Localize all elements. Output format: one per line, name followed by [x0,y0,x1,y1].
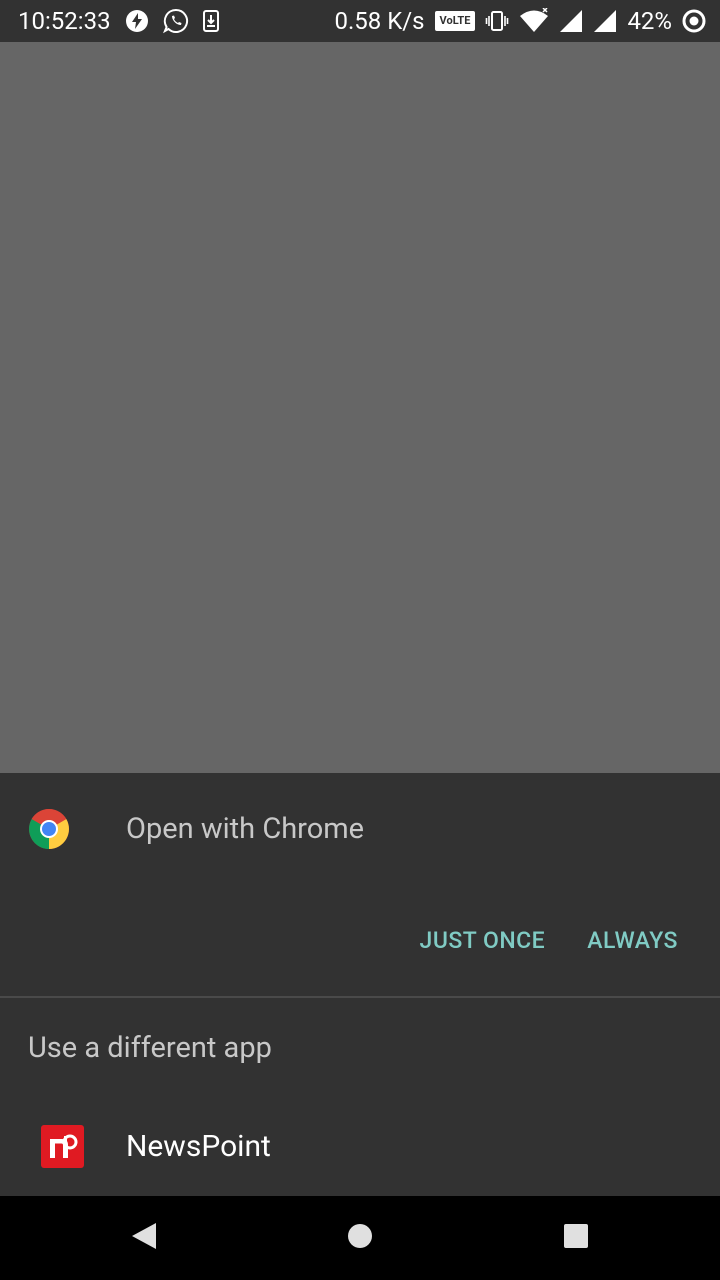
navigation-bar [0,1196,720,1280]
battery-saver-icon [682,9,706,33]
always-button[interactable]: ALWAYS [587,923,678,959]
chooser-header: Open with Chrome [0,773,720,885]
screen: 10:52:33 0.58 K/s VoLTE 42% Open with Ch… [0,0,720,1280]
status-time: 10:52:33 [18,7,111,35]
back-button[interactable] [84,1196,204,1280]
whatsapp-icon [162,8,189,34]
different-app-label: Use a different app [28,1031,272,1065]
just-once-button[interactable]: JUST ONCE [420,923,546,959]
divider [0,996,720,998]
flash-icon [125,9,149,33]
newspoint-icon [41,1125,84,1168]
chrome-icon [28,808,70,850]
status-left: 10:52:33 [18,7,219,35]
home-button[interactable] [300,1196,420,1280]
back-icon [130,1221,158,1255]
recents-icon [562,1222,590,1254]
wifi-icon [519,8,549,34]
network-speed: 0.58 K/s [334,7,425,35]
recents-button[interactable] [516,1196,636,1280]
app-label: NewsPoint [126,1129,271,1164]
battery-percent: 42% [627,7,672,35]
vibrate-icon [485,9,509,33]
download-icon [202,10,219,32]
chooser-title: Open with Chrome [126,812,365,846]
chooser-buttons: JUST ONCE ALWAYS [420,923,678,959]
app-chooser-sheet: Open with Chrome JUST ONCE ALWAYS Use a … [0,773,720,1196]
home-icon [346,1222,374,1254]
app-item-newspoint[interactable]: NewsPoint [0,1098,720,1194]
signal-icon [593,9,617,33]
status-bar: 10:52:33 0.58 K/s VoLTE 42% [0,0,720,42]
scrim-overlay[interactable] [0,42,720,773]
volte-badge: VoLTE [434,11,476,31]
status-right: 0.58 K/s VoLTE 42% [334,7,706,35]
signal-icon [559,9,583,33]
